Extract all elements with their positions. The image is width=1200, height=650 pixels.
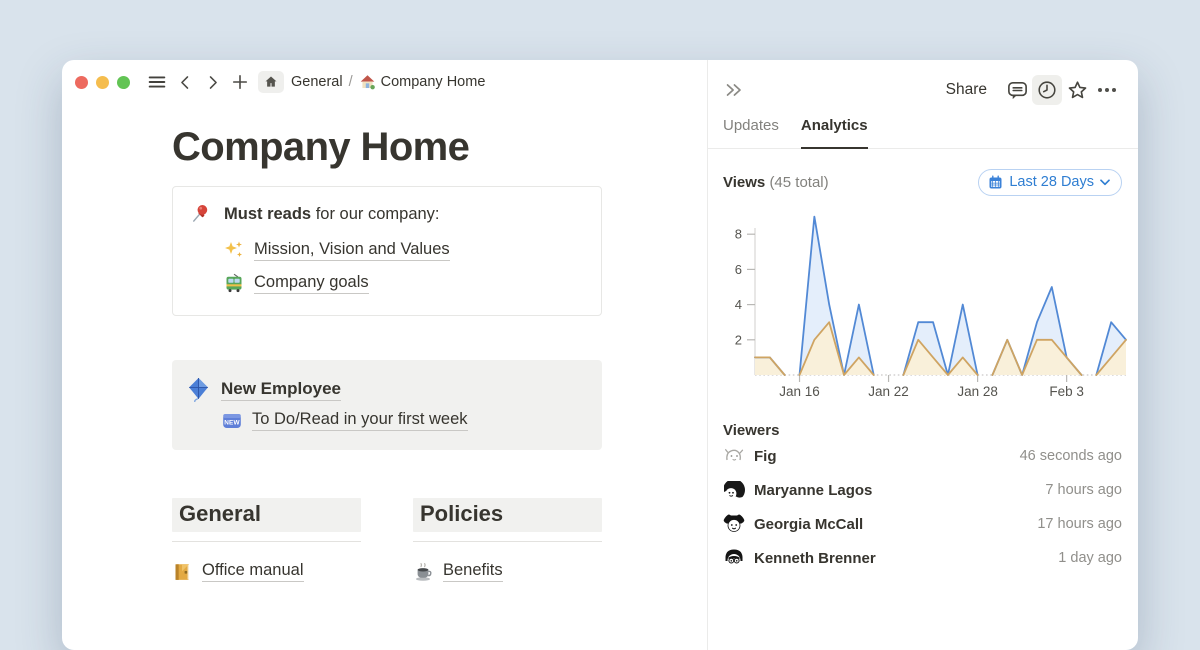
updates-history-icon[interactable] [1032,75,1062,105]
section-heading-policies: Policies [413,498,602,532]
viewer-row[interactable]: Georgia McCall 17 hours ago [723,507,1122,541]
page-columns: General Office manual Policies [172,498,602,582]
avatar [723,445,745,467]
list-item: Office manual [172,561,361,582]
viewer-row[interactable]: Fig 46 seconds ago [723,439,1122,473]
sparkles-icon [224,240,244,260]
column-general: General Office manual [172,498,361,582]
views-chart: 2 4 6 8 Jan 16 Jan 22 Jan 28 Feb 3 [715,204,1135,410]
main-area: General / Company Home Company Home Must… [62,60,707,650]
window-toolbar: General / Company Home [62,60,707,104]
list-item: Benefits [413,561,602,582]
section-heading-general: General [172,498,361,532]
svg-text:Jan 16: Jan 16 [779,384,820,399]
comments-icon[interactable] [1002,75,1032,105]
window-controls [75,76,130,89]
svg-text:6: 6 [735,262,742,277]
views-total: (45 total) [769,174,828,191]
viewer-row[interactable]: Kenneth Brenner 1 day ago [723,541,1122,575]
viewer-name: Fig [754,448,777,465]
house-emoji-icon [359,74,376,91]
date-range-button[interactable]: Last 28 Days [978,169,1122,196]
forward-icon[interactable] [203,73,222,92]
svg-text:NEW: NEW [224,419,240,426]
breadcrumb-separator: / [348,74,354,90]
svg-text:2: 2 [735,332,742,347]
viewer-name: Kenneth Brenner [754,550,876,567]
divider [172,541,361,542]
svg-text:Feb 3: Feb 3 [1049,384,1084,399]
panel-header: Share [723,72,1122,108]
page-link-first-week-todo[interactable]: To Do/Read in your first week [252,410,468,431]
viewers-label: Viewers [723,422,1122,439]
coffee-icon [413,562,433,582]
panel-tabs: Updates Analytics [708,117,1138,149]
page-title: Company Home [172,123,602,171]
svg-text:Jan 22: Jan 22 [868,384,909,399]
page-content: Company Home Must reads for our company:… [172,123,602,582]
page-link-office-manual[interactable]: Office manual [202,561,304,582]
viewer-time: 17 hours ago [1037,516,1122,532]
breadcrumb: General / Company Home [291,74,485,91]
kite-icon [186,377,211,402]
notebook-icon [172,562,192,582]
close-window-button[interactable] [75,76,88,89]
column-policies: Policies Benefits [413,498,602,582]
minimize-window-button[interactable] [96,76,109,89]
tab-analytics[interactable]: Analytics [801,117,868,149]
sidebar-menu-icon[interactable] [146,71,168,93]
svg-text:Jan 28: Jan 28 [957,384,998,399]
analytics-panel: Share Updates Analytics Views (45 total) [707,60,1138,650]
avatar [723,547,745,569]
callout-text: Must reads for our company: [224,202,440,226]
avatar [723,479,745,501]
more-options-icon[interactable] [1092,75,1122,105]
page-link-benefits[interactable]: Benefits [443,561,503,582]
svg-text:8: 8 [735,227,742,242]
new-employee-box: New Employee NEW To Do/Read in your firs… [172,360,602,450]
page-link-company-goals[interactable]: Company goals [254,273,369,294]
calendar-icon [988,175,1003,190]
home-icon[interactable] [258,71,284,93]
back-icon[interactable] [176,73,195,92]
list-item: Company goals [224,268,585,298]
new-page-icon[interactable] [230,72,250,92]
avatar [723,513,745,535]
new-badge-icon: NEW [222,411,242,431]
zoom-window-button[interactable] [117,76,130,89]
list-item: Mission, Vision and Values [224,235,585,265]
svg-text:4: 4 [735,297,742,312]
favorite-star-icon[interactable] [1062,75,1092,105]
views-chart-container: 2 4 6 8 Jan 16 Jan 22 Jan 28 Feb 3 [723,204,1122,408]
collapse-panel-icon[interactable] [723,79,745,101]
share-button[interactable]: Share [946,81,987,99]
viewer-time: 46 seconds ago [1020,448,1122,464]
date-range-label: Last 28 Days [1009,174,1094,190]
tab-updates[interactable]: Updates [723,117,779,148]
viewer-name: Georgia McCall [754,516,863,533]
pushpin-icon [189,202,211,224]
breadcrumb-root[interactable]: General [291,74,343,90]
app-window: General / Company Home Company Home Must… [62,60,1138,650]
views-header-row: Views (45 total) Last 28 Days [723,168,1122,196]
viewer-time: 7 hours ago [1045,482,1122,498]
views-label: Views (45 total) [723,174,829,191]
breadcrumb-current[interactable]: Company Home [381,74,486,90]
tram-icon [224,273,244,293]
divider [413,541,602,542]
page-link-new-employee[interactable]: New Employee [221,379,341,401]
page-link-mission-vision-values[interactable]: Mission, Vision and Values [254,240,450,261]
viewer-time: 1 day ago [1058,550,1122,566]
must-reads-callout: Must reads for our company: Mission, Vis… [172,186,602,316]
chevron-down-icon [1100,179,1110,186]
viewer-name: Maryanne Lagos [754,482,872,499]
viewer-row[interactable]: Maryanne Lagos 7 hours ago [723,473,1122,507]
